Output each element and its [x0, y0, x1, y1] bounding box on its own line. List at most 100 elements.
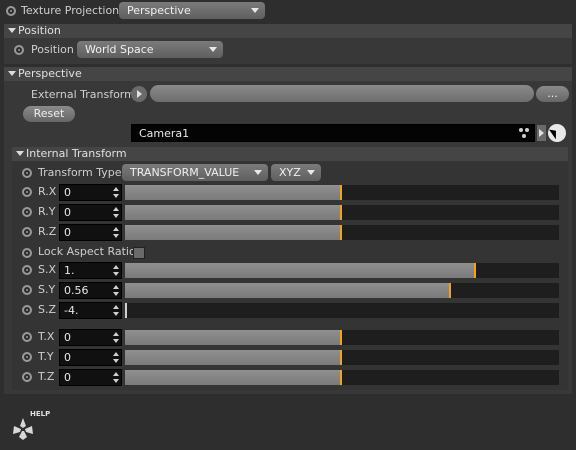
cursor-arrow-icon	[549, 126, 560, 140]
lock-aspect-ratio-label: Lock Aspect Ratio	[38, 245, 136, 258]
lock-aspect-animate-toggle[interactable]	[22, 248, 32, 258]
help-octane-icon	[13, 418, 33, 440]
rotation-slider[interactable]	[125, 205, 559, 220]
position-group-header[interactable]: Position	[4, 24, 572, 38]
node-graph-icon[interactable]	[519, 128, 529, 138]
rotation-value-input[interactable]: 0	[59, 184, 122, 201]
spinner-arrows-icon[interactable]	[113, 227, 119, 238]
translation-value-text: 0	[64, 351, 71, 364]
rotation-animate-toggle[interactable]	[22, 187, 32, 197]
scale-axis-label: S.X	[38, 263, 57, 276]
spinner-arrows-icon[interactable]	[113, 352, 119, 363]
translation-animate-toggle[interactable]	[22, 352, 32, 362]
scale-slider-fill	[125, 263, 476, 278]
position-group-title: Position	[18, 24, 61, 37]
translation-axis-label: T.Y	[38, 350, 54, 363]
translation-value-input[interactable]: 0	[59, 329, 122, 346]
rotation-slider-handle[interactable]	[340, 185, 342, 200]
scale-animate-toggle[interactable]	[22, 305, 32, 315]
rotation-slider-fill	[125, 205, 342, 220]
perspective-group-header[interactable]: Perspective	[4, 67, 572, 81]
translation-slider-handle[interactable]	[340, 350, 342, 365]
transform-type-value: TRANSFORM_VALUE	[130, 166, 240, 179]
rotation-axis-label: R.Y	[38, 205, 56, 218]
translation-value-input[interactable]: 0	[59, 349, 122, 366]
translation-axis-label: T.Z	[38, 370, 55, 383]
scale-axis-label: S.Z	[38, 303, 57, 316]
translation-value-text: 0	[64, 331, 71, 344]
translation-slider-handle[interactable]	[340, 330, 342, 345]
spinner-arrows-icon[interactable]	[113, 372, 119, 383]
scale-value-input[interactable]: -4.	[59, 302, 122, 319]
translation-animate-toggle[interactable]	[22, 372, 32, 382]
spinner-arrows-icon[interactable]	[113, 332, 119, 343]
translation-slider[interactable]	[125, 330, 559, 345]
translation-slider[interactable]	[125, 350, 559, 365]
collapse-triangle-icon	[8, 28, 16, 33]
scale-value-text: -4.	[64, 304, 79, 317]
collapse-triangle-icon	[8, 71, 16, 76]
rotation-value-text: 0	[64, 206, 71, 219]
translation-slider-fill	[125, 330, 342, 345]
camera-field[interactable]: Camera1	[131, 124, 535, 142]
spinner-arrows-icon[interactable]	[113, 305, 119, 316]
rotation-value-text: 0	[64, 186, 71, 199]
spinner-arrows-icon[interactable]	[113, 265, 119, 276]
pick-object-button[interactable]	[548, 124, 566, 142]
scale-slider[interactable]	[125, 263, 559, 278]
texture-projection-animate-toggle[interactable]	[6, 6, 16, 16]
scale-animate-toggle[interactable]	[22, 285, 32, 295]
external-transform-browse-button[interactable]: ...	[536, 86, 569, 102]
rotation-slider-fill	[125, 185, 342, 200]
position-animate-toggle[interactable]	[14, 45, 24, 55]
scale-value-input[interactable]: 0.56	[59, 282, 122, 299]
scale-animate-toggle[interactable]	[22, 265, 32, 275]
spinner-arrows-icon[interactable]	[113, 207, 119, 218]
translation-slider-fill	[125, 370, 342, 385]
transform-type-dropdown[interactable]: TRANSFORM_VALUE	[122, 164, 268, 181]
play-arrow-icon	[137, 90, 142, 98]
reset-button[interactable]: Reset	[23, 106, 75, 122]
rotation-slider[interactable]	[125, 225, 559, 240]
rotation-animate-toggle[interactable]	[22, 227, 32, 237]
rotation-value-input[interactable]: 0	[59, 224, 122, 241]
rotation-slider[interactable]	[125, 185, 559, 200]
collapse-triangle-icon	[16, 151, 24, 156]
translation-slider[interactable]	[125, 370, 559, 385]
rotation-animate-toggle[interactable]	[22, 207, 32, 217]
rotation-slider-handle[interactable]	[340, 225, 342, 240]
external-transform-field[interactable]	[150, 85, 534, 102]
internal-transform-group-header[interactable]: Internal Transform	[12, 147, 568, 161]
internal-transform-group-title: Internal Transform	[26, 147, 127, 160]
scale-slider[interactable]	[125, 283, 559, 298]
translation-slider-handle[interactable]	[340, 370, 342, 385]
spinner-arrows-icon[interactable]	[113, 285, 119, 296]
external-transform-link-button[interactable]	[131, 86, 147, 102]
chevron-down-icon	[307, 170, 315, 175]
scale-slider-handle[interactable]	[125, 303, 127, 318]
rotation-value-input[interactable]: 0	[59, 204, 122, 221]
transform-type-animate-toggle[interactable]	[22, 168, 32, 178]
position-dropdown[interactable]: World Space	[77, 41, 223, 58]
scale-slider-handle[interactable]	[474, 263, 476, 278]
perspective-group-title: Perspective	[18, 67, 82, 80]
scale-slider[interactable]	[125, 303, 559, 318]
translation-animate-toggle[interactable]	[22, 332, 32, 342]
translation-value-input[interactable]: 0	[59, 369, 122, 386]
rotation-slider-handle[interactable]	[340, 205, 342, 220]
scale-value-input[interactable]: 1.	[59, 262, 122, 279]
rotation-axis-label: R.Z	[38, 225, 57, 238]
camera-expand-button[interactable]	[537, 125, 546, 141]
rotation-value-text: 0	[64, 226, 71, 239]
scale-slider-handle[interactable]	[449, 283, 451, 298]
help-button[interactable]: HELP	[10, 410, 50, 442]
position-label: Position	[31, 43, 74, 56]
rotation-order-dropdown[interactable]: XYZ	[271, 164, 321, 181]
translation-axis-label: T.X	[38, 330, 55, 343]
scale-value-text: 1.	[64, 264, 75, 277]
scale-axis-label: S.Y	[38, 283, 56, 296]
transform-type-label: Transform Type	[38, 166, 122, 179]
spinner-arrows-icon[interactable]	[113, 187, 119, 198]
texture-projection-dropdown[interactable]: Perspective	[119, 2, 265, 19]
lock-aspect-ratio-checkbox[interactable]	[133, 247, 145, 259]
